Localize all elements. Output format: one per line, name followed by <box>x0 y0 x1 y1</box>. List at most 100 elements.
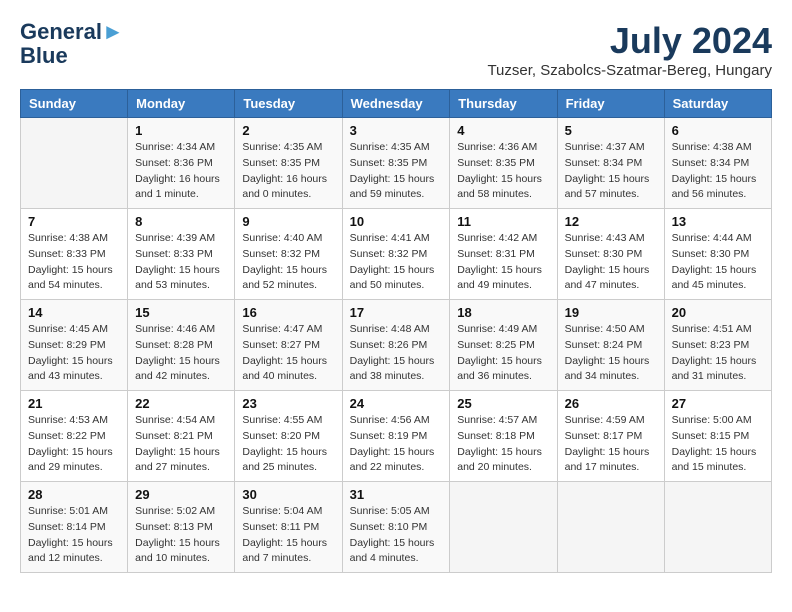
location-title: Tuzser, Szabolcs-Szatmar-Bereg, Hungary <box>487 62 772 79</box>
day-info: Sunrise: 4:35 AMSunset: 8:35 PMDaylight:… <box>350 140 443 203</box>
day-number: 16 <box>242 305 334 320</box>
calendar-cell: 26 Sunrise: 4:59 AMSunset: 8:17 PMDayligh… <box>557 391 664 482</box>
day-number: 23 <box>242 396 334 411</box>
day-info: Sunrise: 4:36 AMSunset: 8:35 PMDaylight:… <box>457 140 549 203</box>
day-number: 4 <box>457 123 549 138</box>
calendar-cell <box>557 482 664 573</box>
day-info: Sunrise: 4:40 AMSunset: 8:32 PMDaylight:… <box>242 231 334 294</box>
day-info: Sunrise: 4:45 AMSunset: 8:29 PMDaylight:… <box>28 322 120 385</box>
calendar-cell <box>21 118 128 209</box>
calendar-cell: 1 Sunrise: 4:34 AMSunset: 8:36 PMDaylight… <box>128 118 235 209</box>
day-number: 19 <box>565 305 657 320</box>
calendar-cell <box>664 482 771 573</box>
day-info: Sunrise: 4:57 AMSunset: 8:18 PMDaylight:… <box>457 413 549 476</box>
day-info: Sunrise: 4:53 AMSunset: 8:22 PMDaylight:… <box>28 413 120 476</box>
day-number: 17 <box>350 305 443 320</box>
day-info: Sunrise: 4:51 AMSunset: 8:23 PMDaylight:… <box>672 322 764 385</box>
calendar-cell: 28 Sunrise: 5:01 AMSunset: 8:14 PMDayligh… <box>21 482 128 573</box>
day-number: 11 <box>457 214 549 229</box>
day-number: 15 <box>135 305 227 320</box>
day-info: Sunrise: 4:43 AMSunset: 8:30 PMDaylight:… <box>565 231 657 294</box>
title-block: July 2024 Tuzser, Szabolcs-Szatmar-Bereg… <box>487 20 772 79</box>
calendar-cell: 9Sunrise: 4:40 AMSunset: 8:32 PMDaylight… <box>235 209 342 300</box>
calendar-cell: 20 Sunrise: 4:51 AMSunset: 8:23 PMDayligh… <box>664 300 771 391</box>
day-info: Sunrise: 4:54 AMSunset: 8:21 PMDaylight:… <box>135 413 227 476</box>
header-wednesday: Wednesday <box>342 90 450 118</box>
calendar-cell: 31 Sunrise: 5:05 AMSunset: 8:10 PMDayligh… <box>342 482 450 573</box>
day-number: 18 <box>457 305 549 320</box>
calendar-cell: 15 Sunrise: 4:46 AMSunset: 8:28 PMDayligh… <box>128 300 235 391</box>
day-number: 7 <box>28 214 120 229</box>
day-info: Sunrise: 5:04 AMSunset: 8:11 PMDaylight:… <box>242 504 334 567</box>
day-number: 10 <box>350 214 443 229</box>
calendar-cell: 24Sunrise: 4:56 AMSunset: 8:19 PMDayligh… <box>342 391 450 482</box>
calendar-cell: 5 Sunrise: 4:37 AMSunset: 8:34 PMDaylight… <box>557 118 664 209</box>
day-info: Sunrise: 4:59 AMSunset: 8:17 PMDaylight:… <box>565 413 657 476</box>
day-info: Sunrise: 5:00 AMSunset: 8:15 PMDaylight:… <box>672 413 764 476</box>
day-info: Sunrise: 4:37 AMSunset: 8:34 PMDaylight:… <box>565 140 657 203</box>
calendar-cell: 7 Sunrise: 4:38 AMSunset: 8:33 PMDaylight… <box>21 209 128 300</box>
day-number: 1 <box>135 123 227 138</box>
header-friday: Friday <box>557 90 664 118</box>
calendar-header-row: SundayMondayTuesdayWednesdayThursdayFrid… <box>21 90 772 118</box>
day-number: 8 <box>135 214 227 229</box>
month-title: July 2024 <box>487 20 772 62</box>
day-number: 5 <box>565 123 657 138</box>
header-tuesday: Tuesday <box>235 90 342 118</box>
calendar-table: SundayMondayTuesdayWednesdayThursdayFrid… <box>20 89 772 573</box>
calendar-cell: 12 Sunrise: 4:43 AMSunset: 8:30 PMDayligh… <box>557 209 664 300</box>
day-info: Sunrise: 4:49 AMSunset: 8:25 PMDaylight:… <box>457 322 549 385</box>
calendar-cell: 21 Sunrise: 4:53 AMSunset: 8:22 PMDayligh… <box>21 391 128 482</box>
day-number: 13 <box>672 214 764 229</box>
calendar-cell: 18 Sunrise: 4:49 AMSunset: 8:25 PMDayligh… <box>450 300 557 391</box>
calendar-cell: 6 Sunrise: 4:38 AMSunset: 8:34 PMDaylight… <box>664 118 771 209</box>
day-number: 26 <box>565 396 657 411</box>
calendar-cell: 27 Sunrise: 5:00 AMSunset: 8:15 PMDayligh… <box>664 391 771 482</box>
day-info: Sunrise: 4:44 AMSunset: 8:30 PMDaylight:… <box>672 231 764 294</box>
day-info: Sunrise: 5:01 AMSunset: 8:14 PMDaylight:… <box>28 504 120 567</box>
logo: General►Blue <box>20 20 124 68</box>
day-info: Sunrise: 4:50 AMSunset: 8:24 PMDaylight:… <box>565 322 657 385</box>
header-thursday: Thursday <box>450 90 557 118</box>
day-info: Sunrise: 4:46 AMSunset: 8:28 PMDaylight:… <box>135 322 227 385</box>
day-number: 27 <box>672 396 764 411</box>
calendar-cell: 19 Sunrise: 4:50 AMSunset: 8:24 PMDayligh… <box>557 300 664 391</box>
calendar-cell: 4 Sunrise: 4:36 AMSunset: 8:35 PMDaylight… <box>450 118 557 209</box>
day-number: 31 <box>350 487 443 502</box>
day-info: Sunrise: 4:55 AMSunset: 8:20 PMDaylight:… <box>242 413 334 476</box>
day-number: 30 <box>242 487 334 502</box>
day-info: Sunrise: 4:35 AMSunset: 8:35 PMDaylight:… <box>242 140 334 203</box>
day-info: Sunrise: 4:38 AMSunset: 8:33 PMDaylight:… <box>28 231 120 294</box>
calendar-cell: 8 Sunrise: 4:39 AMSunset: 8:33 PMDaylight… <box>128 209 235 300</box>
day-info: Sunrise: 5:05 AMSunset: 8:10 PMDaylight:… <box>350 504 443 567</box>
calendar-cell: 13 Sunrise: 4:44 AMSunset: 8:30 PMDayligh… <box>664 209 771 300</box>
day-info: Sunrise: 4:38 AMSunset: 8:34 PMDaylight:… <box>672 140 764 203</box>
calendar-cell: 14 Sunrise: 4:45 AMSunset: 8:29 PMDayligh… <box>21 300 128 391</box>
calendar-cell: 23 Sunrise: 4:55 AMSunset: 8:20 PMDayligh… <box>235 391 342 482</box>
calendar-cell: 3Sunrise: 4:35 AMSunset: 8:35 PMDaylight… <box>342 118 450 209</box>
calendar-cell: 25Sunrise: 4:57 AMSunset: 8:18 PMDayligh… <box>450 391 557 482</box>
page-header: General►Blue July 2024 Tuzser, Szabolcs-… <box>20 20 772 79</box>
day-number: 2 <box>242 123 334 138</box>
day-info: Sunrise: 5:02 AMSunset: 8:13 PMDaylight:… <box>135 504 227 567</box>
day-number: 12 <box>565 214 657 229</box>
calendar-cell: 22 Sunrise: 4:54 AMSunset: 8:21 PMDayligh… <box>128 391 235 482</box>
logo-text: General►Blue <box>20 20 124 68</box>
day-number: 6 <box>672 123 764 138</box>
day-info: Sunrise: 4:34 AMSunset: 8:36 PMDaylight:… <box>135 140 227 203</box>
calendar-cell: 11Sunrise: 4:42 AMSunset: 8:31 PMDayligh… <box>450 209 557 300</box>
day-number: 20 <box>672 305 764 320</box>
day-number: 29 <box>135 487 227 502</box>
day-info: Sunrise: 4:39 AMSunset: 8:33 PMDaylight:… <box>135 231 227 294</box>
day-number: 22 <box>135 396 227 411</box>
day-number: 14 <box>28 305 120 320</box>
day-info: Sunrise: 4:48 AMSunset: 8:26 PMDaylight:… <box>350 322 443 385</box>
calendar-cell: 30 Sunrise: 5:04 AMSunset: 8:11 PMDayligh… <box>235 482 342 573</box>
calendar-cell: 29 Sunrise: 5:02 AMSunset: 8:13 PMDayligh… <box>128 482 235 573</box>
calendar-week-1: 1 Sunrise: 4:34 AMSunset: 8:36 PMDaylight… <box>21 118 772 209</box>
day-number: 21 <box>28 396 120 411</box>
calendar-cell: 16Sunrise: 4:47 AMSunset: 8:27 PMDayligh… <box>235 300 342 391</box>
calendar-cell <box>450 482 557 573</box>
day-number: 28 <box>28 487 120 502</box>
calendar-cell: 2 Sunrise: 4:35 AMSunset: 8:35 PMDaylight… <box>235 118 342 209</box>
